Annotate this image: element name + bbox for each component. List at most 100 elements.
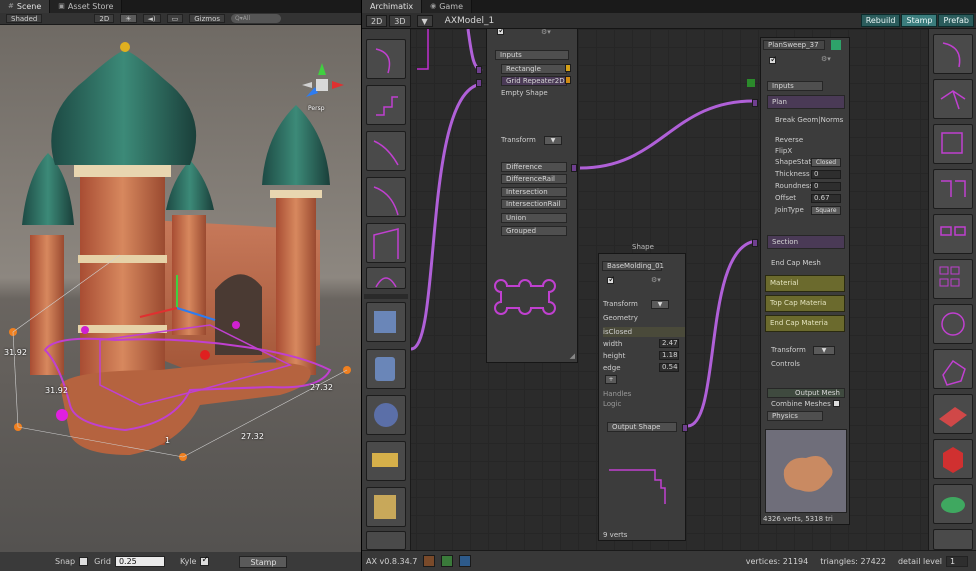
output-shape[interactable]: Output Shape [607, 422, 677, 432]
gear-icon[interactable]: ⚙▾ [651, 276, 661, 284]
toggle-2d-button[interactable]: 2D [94, 14, 115, 23]
kyle-checkbox[interactable] [200, 555, 210, 566]
geometry-foldout[interactable]: Geometry [603, 313, 638, 323]
gear-icon[interactable]: ⚙▾ [541, 29, 551, 36]
reverse-checkbox[interactable]: Reverse [775, 135, 803, 145]
save-icon[interactable] [441, 555, 454, 567]
mirror-tool-icon[interactable] [933, 169, 973, 209]
spline-shape-icon[interactable] [366, 177, 406, 217]
persp-label[interactable]: Persp [308, 105, 325, 112]
roundness-field[interactable]: 0 [811, 182, 841, 191]
branch-tool-icon[interactable] [933, 79, 973, 119]
op-intersection-rail[interactable]: IntersectionRail [501, 199, 567, 209]
model-dropdown-icon[interactable]: ▼ [416, 14, 433, 27]
shape-node[interactable]: BaseMolding_01 ⚙▾ Transform ▼ Geometry i… [598, 253, 686, 541]
cube-mesh-icon[interactable] [933, 439, 973, 479]
input-rectangle[interactable]: Rectangle [501, 64, 567, 74]
output-port[interactable] [682, 424, 688, 432]
transform-foldout[interactable]: Transform [603, 299, 638, 309]
prefab-button[interactable]: Prefab [938, 14, 974, 27]
node-enabled-checkbox[interactable] [607, 275, 616, 285]
resize-handle-icon[interactable]: ◢ [570, 352, 575, 360]
op-intersection[interactable]: Intersection [501, 187, 567, 197]
detail-level-field[interactable]: 1 [946, 555, 968, 567]
tab-game[interactable]: ◉ Game [422, 0, 473, 13]
grid-size-field[interactable]: 0.25 [114, 556, 165, 567]
transform-menu-button[interactable]: ▼ [651, 300, 669, 309]
physics-foldout[interactable]: Physics [767, 411, 823, 421]
input-empty-shape[interactable]: Empty Shape [501, 88, 548, 98]
input-port[interactable] [565, 76, 571, 84]
rect-shape-icon[interactable] [366, 223, 406, 263]
radial-repeat-icon[interactable] [933, 304, 973, 344]
snap-checkbox[interactable] [79, 557, 89, 566]
graph-icon[interactable] [459, 555, 472, 567]
tab-archimatix[interactable]: Archimatix [362, 0, 423, 13]
plane-mesh-icon[interactable] [933, 394, 973, 434]
shading-dropdown[interactable]: Shaded [6, 14, 43, 23]
pair-tool-icon[interactable] [933, 214, 973, 254]
output-port[interactable] [571, 164, 577, 172]
param-width[interactable]: width 2.47 [603, 339, 685, 349]
gizmos-dropdown[interactable]: Gizmos [189, 14, 226, 23]
logic-foldout[interactable]: Logic [603, 399, 621, 409]
tab-scene[interactable]: # Scene [0, 0, 51, 13]
box-mesh-icon[interactable] [366, 302, 406, 342]
visibility-icon[interactable] [831, 40, 841, 50]
param-edge[interactable]: edge 0.54 [603, 363, 685, 373]
plan-input-port[interactable] [752, 99, 758, 107]
add-param-button[interactable]: + [605, 375, 617, 384]
node-enabled-checkbox[interactable] [769, 55, 778, 65]
op-union[interactable]: Union [501, 213, 567, 223]
curve-shape-icon[interactable] [366, 131, 406, 171]
thickness-field[interactable]: 0 [811, 170, 841, 179]
controls-foldout[interactable]: Controls [771, 359, 800, 369]
stamp-icon[interactable] [423, 555, 436, 567]
port-left[interactable] [476, 66, 482, 74]
shapestate-dropdown[interactable]: Closed [811, 158, 841, 167]
offset-field[interactable]: 0.67 [811, 194, 841, 203]
flipx-checkbox[interactable]: FlipX [775, 146, 792, 156]
param-isclosed[interactable]: isClosed [603, 327, 685, 337]
polygon-mesh-icon[interactable] [933, 484, 973, 524]
handles-foldout[interactable]: Handles [603, 389, 631, 399]
stair-curve-icon[interactable] [366, 85, 406, 125]
node-name-field[interactable]: PlanSweep_37 [763, 40, 825, 50]
end-cap-mesh-input[interactable]: End Cap Mesh [771, 258, 821, 268]
section-input[interactable]: Section [767, 235, 845, 249]
op-grouped[interactable]: Grouped [501, 226, 567, 236]
port-left[interactable] [476, 79, 482, 87]
offset-tool-icon[interactable] [933, 124, 973, 164]
node-enabled-checkbox[interactable] [497, 29, 506, 36]
input-port[interactable] [565, 64, 571, 72]
end-cap-material-input[interactable]: End Cap Materia [765, 315, 845, 332]
plan-input[interactable]: Plan [767, 95, 845, 109]
inputs-foldout[interactable]: Inputs [767, 81, 823, 91]
cylinder-mesh-icon[interactable] [366, 349, 406, 389]
transform-menu-button[interactable]: ▼ [813, 346, 835, 355]
stair-mesh-icon[interactable] [366, 531, 406, 550]
input-grid-repeater[interactable]: Grid Repeater2D [501, 76, 567, 86]
lighting-toggle-icon[interactable]: ☀ [120, 14, 137, 23]
gear-icon[interactable]: ⚙▾ [821, 55, 831, 63]
stamp-button[interactable]: Stamp [239, 555, 288, 568]
transform-menu-button[interactable]: ▼ [544, 136, 562, 145]
rebuild-button[interactable]: Rebuild [860, 14, 901, 27]
circle-shape-icon[interactable] [366, 267, 406, 289]
view-2d-button[interactable]: 2D [366, 14, 388, 27]
stack-mesh-icon[interactable] [366, 487, 406, 527]
sphere-mesh-icon[interactable] [366, 395, 406, 435]
shape-distributor-icon[interactable] [933, 349, 973, 389]
node-graph[interactable]: ⚙▾ Inputs Rectangle Grid Repeater2D Empt… [362, 29, 976, 550]
stamp-button[interactable]: Stamp [901, 14, 938, 27]
spline-tool-icon[interactable] [933, 34, 973, 74]
scene-viewport[interactable]: Persp 31.92 31.92 27.32 27.32 1 [0, 25, 361, 552]
view-3d-button[interactable]: 3D [389, 14, 411, 27]
jointype-dropdown[interactable]: Square [811, 206, 841, 215]
scene-search-input[interactable]: Q▾All [231, 14, 282, 23]
arc-shape-icon[interactable] [366, 39, 406, 79]
effects-toggle-icon[interactable]: ▭ [166, 14, 184, 23]
op-difference[interactable]: Difference [501, 162, 567, 172]
audio-toggle-icon[interactable]: ◄) [142, 14, 161, 23]
plate-mesh-icon[interactable] [366, 441, 406, 481]
